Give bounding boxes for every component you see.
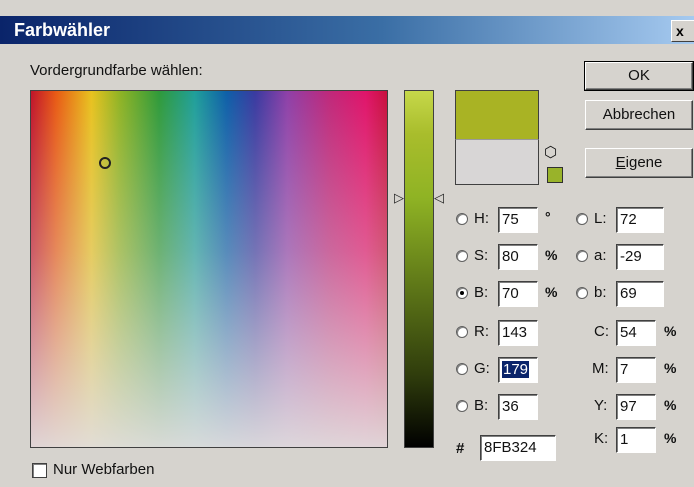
ok-button[interactable]: OK bbox=[584, 61, 694, 91]
magenta-input[interactable]: 7 bbox=[616, 357, 656, 383]
hue-label: H: bbox=[474, 210, 489, 227]
green-input-selection: 179 bbox=[502, 361, 530, 378]
radio-blue[interactable] bbox=[456, 400, 468, 412]
radio-lab-a[interactable] bbox=[576, 250, 588, 262]
hue-unit: ° bbox=[545, 209, 551, 225]
hex-input[interactable]: 8FB324 bbox=[480, 435, 556, 461]
lab-b-label: b: bbox=[594, 284, 607, 301]
title-bar: Farbwähler x bbox=[0, 16, 694, 44]
saturation-input[interactable]: 80 bbox=[498, 244, 538, 270]
magenta-unit: % bbox=[664, 360, 677, 376]
custom-colors-button[interactable]: Eigene bbox=[585, 148, 693, 178]
web-only-checkbox[interactable] bbox=[32, 463, 47, 478]
black-unit: % bbox=[664, 430, 677, 446]
radio-brightness[interactable] bbox=[456, 287, 468, 299]
saturation-label: S: bbox=[474, 247, 489, 264]
current-color-swatch[interactable] bbox=[455, 139, 539, 185]
lab-l-input[interactable]: 72 bbox=[616, 207, 664, 233]
color-field-marker-icon[interactable] bbox=[99, 157, 111, 169]
red-input[interactable]: 143 bbox=[498, 320, 538, 346]
lab-a-label: a: bbox=[594, 247, 607, 264]
lab-a-input[interactable]: -29 bbox=[616, 244, 664, 270]
radio-saturation[interactable] bbox=[456, 250, 468, 262]
black-label: K: bbox=[594, 430, 609, 447]
green-input[interactable]: 179 bbox=[498, 357, 538, 383]
saturation-unit: % bbox=[545, 247, 558, 263]
lab-b-input[interactable]: 69 bbox=[616, 281, 664, 307]
magenta-label: M: bbox=[592, 360, 609, 377]
new-color-swatch bbox=[455, 90, 539, 139]
radio-lab-b[interactable] bbox=[576, 287, 588, 299]
cyan-input[interactable]: 54 bbox=[616, 320, 656, 346]
web-only-label[interactable]: Nur Webfarben bbox=[53, 461, 154, 478]
lab-l-label: L: bbox=[594, 210, 607, 227]
prompt-label: Vordergrundfarbe wählen: bbox=[30, 62, 203, 79]
radio-hue[interactable] bbox=[456, 213, 468, 225]
brightness-input[interactable]: 70 bbox=[498, 281, 538, 307]
slider-left-arrow-icon[interactable]: ▷ bbox=[394, 190, 404, 206]
red-label: R: bbox=[474, 323, 489, 340]
yellow-input[interactable]: 97 bbox=[616, 394, 656, 420]
color-field[interactable] bbox=[30, 90, 388, 448]
custom-button-accesskey: E bbox=[615, 154, 626, 171]
yellow-label: Y: bbox=[594, 397, 608, 414]
web-safe-color-swatch[interactable] bbox=[547, 167, 563, 183]
black-input[interactable]: 1 bbox=[616, 427, 656, 453]
window-title: Farbwähler bbox=[14, 20, 111, 40]
yellow-unit: % bbox=[664, 397, 677, 413]
hue-input[interactable]: 75 bbox=[498, 207, 538, 233]
radio-red[interactable] bbox=[456, 326, 468, 338]
radio-green[interactable] bbox=[456, 363, 468, 375]
brightness-unit: % bbox=[545, 284, 558, 300]
web-safe-cube-icon[interactable]: ⬡ bbox=[544, 143, 557, 161]
blue-label: B: bbox=[474, 397, 489, 414]
custom-button-label: igene bbox=[625, 154, 663, 171]
cyan-label: C: bbox=[594, 323, 609, 340]
radio-lab-l[interactable] bbox=[576, 213, 588, 225]
color-slider[interactable] bbox=[404, 90, 434, 448]
brightness-label: B: bbox=[474, 284, 489, 301]
hex-label: # bbox=[456, 440, 465, 457]
cancel-button[interactable]: Abbrechen bbox=[585, 100, 693, 130]
green-label: G: bbox=[474, 360, 490, 377]
blue-input[interactable]: 36 bbox=[498, 394, 538, 420]
slider-right-arrow-icon[interactable]: ◁ bbox=[434, 190, 444, 206]
cyan-unit: % bbox=[664, 323, 677, 339]
close-button[interactable]: x bbox=[671, 20, 694, 42]
